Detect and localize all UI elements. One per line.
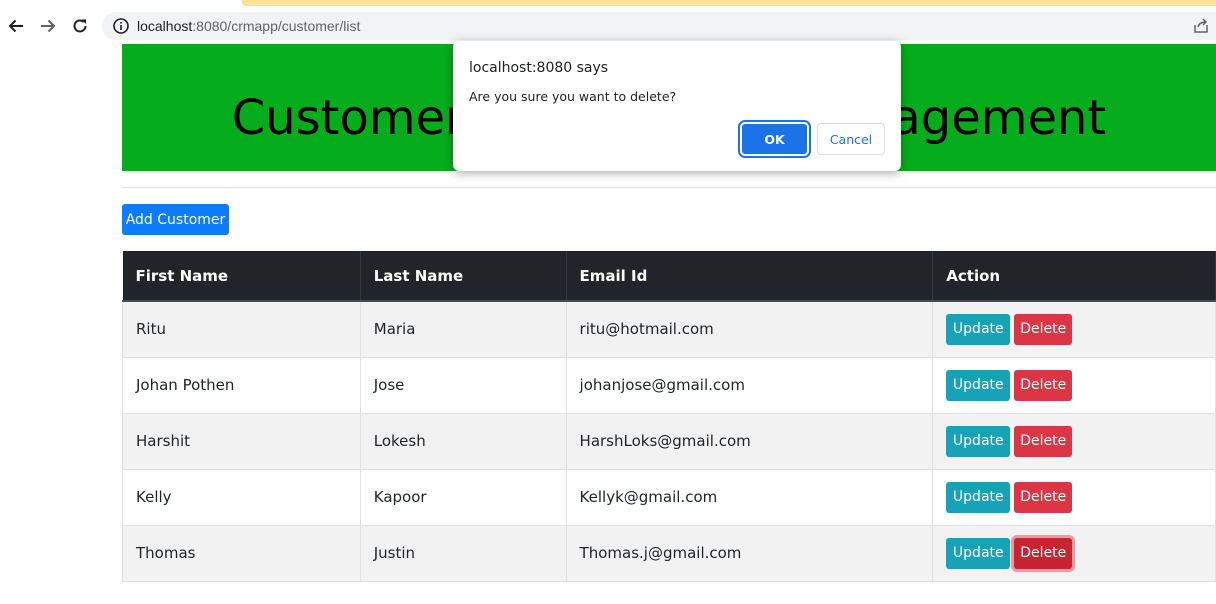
delete-button[interactable]: Delete (1014, 537, 1073, 569)
cell-last-name: Justin (360, 525, 567, 582)
cell-action: Update Delete (932, 301, 1216, 358)
url-text: localhost:8080/crmapp/customer/list (137, 18, 360, 34)
cell-last-name: Jose (360, 357, 567, 414)
header-action: Action (932, 251, 1216, 302)
reload-button[interactable] (68, 14, 92, 38)
table-row: Thomas Justin Thomas.j@gmail.com Update D… (122, 525, 1216, 582)
cell-first-name: Harshit (122, 413, 361, 470)
forward-button[interactable] (36, 14, 60, 38)
arrow-right-icon (41, 19, 56, 33)
url-path: :8080/crmapp/customer/list (192, 18, 361, 34)
update-button[interactable]: Update (946, 537, 1011, 569)
share-icon[interactable] (1192, 17, 1210, 35)
table-row: Harshit Lokesh HarshLoks@gmail.com Updat… (122, 413, 1216, 470)
info-icon[interactable] (112, 17, 130, 35)
table-header-row: First Name Last Name Email Id Action (122, 251, 1216, 302)
cell-last-name: Lokesh (360, 413, 567, 470)
cell-action: Update Delete (932, 469, 1216, 526)
table-row: Johan Pothen Jose johanjose@gmail.com Up… (122, 357, 1216, 414)
delete-button[interactable]: Delete (1014, 481, 1073, 513)
tab-strip-highlight (242, 0, 1216, 6)
cell-email: HarshLoks@gmail.com (566, 413, 934, 470)
customer-table: First Name Last Name Email Id Action Rit… (122, 251, 1216, 582)
delete-button[interactable]: Delete (1014, 369, 1073, 401)
cell-action: Update Delete (932, 357, 1216, 414)
address-bar[interactable]: localhost:8080/crmapp/customer/list (102, 12, 1216, 40)
browser-top-strip (0, 0, 1216, 8)
add-customer-button[interactable]: Add Customer (122, 204, 229, 235)
cell-first-name: Thomas (122, 525, 361, 582)
delete-button[interactable]: Delete (1014, 313, 1073, 345)
table-row: Kelly Kapoor Kellyk@gmail.com Update Dele… (122, 469, 1216, 526)
cancel-button[interactable]: Cancel (817, 123, 885, 155)
back-button[interactable] (4, 14, 28, 38)
cell-first-name: Ritu (122, 301, 361, 358)
update-button[interactable]: Update (946, 481, 1011, 513)
cell-action: Update Delete (932, 413, 1216, 470)
browser-toolbar: localhost:8080/crmapp/customer/list (0, 8, 1216, 44)
cell-email: johanjose@gmail.com (566, 357, 934, 414)
cell-first-name: Johan Pothen (122, 357, 361, 414)
update-button[interactable]: Update (946, 313, 1011, 345)
cell-last-name: Kapoor (360, 469, 567, 526)
update-button[interactable]: Update (946, 425, 1011, 457)
cell-first-name: Kelly (122, 469, 361, 526)
reload-icon (73, 19, 87, 33)
cell-action: Update Delete (932, 525, 1216, 582)
header-last-name: Last Name (360, 251, 567, 302)
divider (122, 187, 1216, 188)
header-email: Email Id (566, 251, 934, 302)
cell-email: Kellyk@gmail.com (566, 469, 934, 526)
cell-email: ritu@hotmail.com (566, 301, 934, 358)
table-row: Ritu Maria ritu@hotmail.com Update Delete (122, 301, 1216, 358)
delete-button[interactable]: Delete (1014, 425, 1073, 457)
ok-button[interactable]: OK (738, 120, 811, 158)
header-first-name: First Name (122, 251, 361, 302)
arrow-left-icon (8, 19, 23, 33)
update-button[interactable]: Update (946, 369, 1011, 401)
dialog-title: localhost:8080 says (469, 60, 609, 76)
confirm-dialog: localhost:8080 says Are you sure you wan… (453, 41, 901, 171)
cell-email: Thomas.j@gmail.com (566, 525, 934, 582)
cell-last-name: Maria (360, 301, 567, 358)
dialog-message: Are you sure you want to delete? (469, 89, 677, 104)
url-host: localhost (137, 18, 193, 34)
